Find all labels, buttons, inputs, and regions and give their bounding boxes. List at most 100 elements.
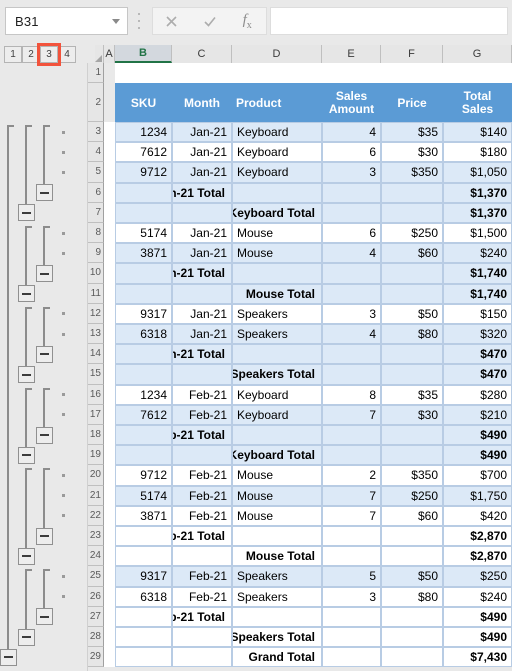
cell-product-3[interactable]: Keyboard: [232, 122, 322, 143]
row-header-21[interactable]: 21: [88, 485, 104, 506]
cell-D6[interactable]: [232, 182, 322, 203]
column-header-a[interactable]: A: [104, 45, 115, 63]
cell-B29[interactable]: [115, 647, 172, 668]
row-header-11[interactable]: 11: [88, 283, 104, 304]
row-header-29[interactable]: 29: [88, 647, 104, 668]
cell-E14[interactable]: [322, 344, 381, 365]
cell-total-sales-22[interactable]: $420: [443, 505, 512, 526]
cell-price-8[interactable]: $250: [381, 223, 443, 244]
cell-sku-21[interactable]: 5174: [115, 485, 172, 506]
cell-sku-16[interactable]: 1234: [115, 384, 172, 405]
table-header-product[interactable]: Product: [232, 83, 322, 122]
cell-E18[interactable]: [322, 425, 381, 446]
outline-collapse-button-level-2-row-19[interactable]: [18, 446, 35, 464]
cell-product-9[interactable]: Mouse: [232, 243, 322, 264]
cell-total-sales-9[interactable]: $240: [443, 243, 512, 264]
cell-total-sales-20[interactable]: $700: [443, 465, 512, 486]
row-header-20[interactable]: 20: [88, 465, 104, 486]
table-header-sales-amount[interactable]: Sales Amount: [322, 83, 381, 122]
cell-sku-13[interactable]: 6318: [115, 324, 172, 345]
column-header-d[interactable]: D: [232, 45, 322, 63]
cell-month-25[interactable]: Feb-21: [172, 566, 232, 587]
outline-collapse-button-level-2-row-15[interactable]: [18, 366, 35, 383]
row-header-2[interactable]: 2: [88, 83, 104, 122]
cell-B24[interactable]: [115, 546, 172, 567]
cell-month-17[interactable]: Feb-21: [172, 404, 232, 425]
row-header-15[interactable]: 15: [88, 364, 104, 385]
cell-sales-amount-26[interactable]: 3: [322, 586, 381, 607]
cell-price-16[interactable]: $35: [381, 384, 443, 405]
row-header-14[interactable]: 14: [88, 344, 104, 365]
cell-C24[interactable]: [172, 546, 232, 567]
cell-E10[interactable]: [322, 263, 381, 284]
cell-product-12[interactable]: Speakers: [232, 303, 322, 324]
row-header-12[interactable]: 12: [88, 303, 104, 324]
cell-A16[interactable]: [104, 384, 115, 405]
cell-F14[interactable]: [381, 344, 443, 365]
cell-A15[interactable]: [104, 364, 115, 385]
outline-collapse-button-level-2-row-24[interactable]: [18, 547, 35, 565]
cell-E6[interactable]: [322, 182, 381, 203]
cell-product-20[interactable]: Mouse: [232, 465, 322, 486]
cell-C7[interactable]: [172, 202, 232, 223]
cell-E1[interactable]: [322, 63, 381, 83]
table-header-sku[interactable]: SKU: [115, 83, 172, 122]
row-header-24[interactable]: 24: [88, 546, 104, 567]
cell-E27[interactable]: [322, 606, 381, 627]
cell-E19[interactable]: [322, 445, 381, 466]
select-all-corner[interactable]: [95, 45, 104, 63]
cell-E15[interactable]: [322, 364, 381, 385]
cell-subtotal-value-15[interactable]: $470: [443, 364, 512, 385]
column-header-g[interactable]: G: [443, 45, 512, 63]
cell-product-22[interactable]: Mouse: [232, 505, 322, 526]
cell-subtotal-label-19[interactable]: Keyboard Total: [232, 445, 322, 466]
cell-product-5[interactable]: Keyboard: [232, 162, 322, 183]
column-header-f[interactable]: F: [381, 45, 443, 63]
cell-subtotal-value-18[interactable]: $490: [443, 425, 512, 446]
name-box[interactable]: B31: [5, 7, 128, 35]
cell-sales-amount-13[interactable]: 4: [322, 324, 381, 345]
table-header-month[interactable]: Month: [172, 83, 232, 122]
row-header-9[interactable]: 9: [88, 243, 104, 264]
cell-sales-amount-9[interactable]: 4: [322, 243, 381, 264]
cell-sku-12[interactable]: 9317: [115, 303, 172, 324]
outline-collapse-button-level-2-row-28[interactable]: [18, 628, 35, 646]
row-header-22[interactable]: 22: [88, 505, 104, 526]
outline-level-3-button[interactable]: 3: [37, 43, 61, 66]
cell-subtotal-label-14[interactable]: Jan-21 Total: [172, 344, 232, 365]
cell-price-26[interactable]: $80: [381, 586, 443, 607]
cell-subtotal-label-28[interactable]: Speakers Total: [232, 627, 322, 648]
cell-product-4[interactable]: Keyboard: [232, 142, 322, 163]
row-header-19[interactable]: 19: [88, 445, 104, 466]
cell-C19[interactable]: [172, 445, 232, 466]
row-header-26[interactable]: 26: [88, 586, 104, 607]
cell-sales-amount-5[interactable]: 3: [322, 162, 381, 183]
outline-collapse-button-level-3-row-10[interactable]: [36, 265, 53, 282]
cell-A24[interactable]: [104, 546, 115, 567]
cell-sku-4[interactable]: 7612: [115, 142, 172, 163]
cell-total-sales-13[interactable]: $320: [443, 324, 512, 345]
cell-D18[interactable]: [232, 425, 322, 446]
cell-product-16[interactable]: Keyboard: [232, 384, 322, 405]
cell-product-21[interactable]: Mouse: [232, 485, 322, 506]
cell-subtotal-value-7[interactable]: $1,370: [443, 202, 512, 223]
cell-B28[interactable]: [115, 627, 172, 648]
cell-sales-amount-8[interactable]: 6: [322, 223, 381, 244]
cell-F29[interactable]: [381, 647, 443, 668]
cell-total-sales-21[interactable]: $1,750: [443, 485, 512, 506]
cell-D14[interactable]: [232, 344, 322, 365]
cell-B27[interactable]: [115, 606, 172, 627]
cell-E29[interactable]: [322, 647, 381, 668]
toolbar-grip-handle[interactable]: [137, 13, 141, 29]
cell-month-4[interactable]: Jan-21: [172, 142, 232, 163]
cell-A17[interactable]: [104, 404, 115, 425]
cell-month-12[interactable]: Jan-21: [172, 303, 232, 324]
cell-month-9[interactable]: Jan-21: [172, 243, 232, 264]
cell-subtotal-label-23[interactable]: Feb-21 Total: [172, 526, 232, 547]
cell-F15[interactable]: [381, 364, 443, 385]
cell-total-sales-12[interactable]: $150: [443, 303, 512, 324]
cell-C11[interactable]: [172, 283, 232, 304]
row-header-23[interactable]: 23: [88, 526, 104, 547]
cell-F19[interactable]: [381, 445, 443, 466]
cell-subtotal-label-11[interactable]: Mouse Total: [232, 283, 322, 304]
